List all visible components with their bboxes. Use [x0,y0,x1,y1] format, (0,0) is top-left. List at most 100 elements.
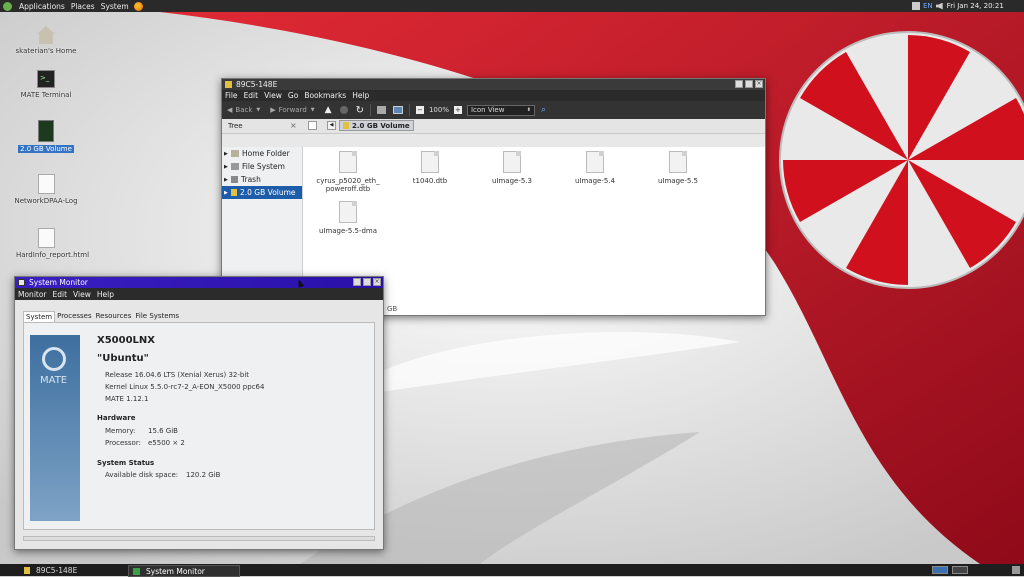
path-button-volume[interactable]: 2.0 GB Volume [339,120,414,131]
tree-item-file-system[interactable]: ▶ File System [222,160,302,173]
file-item[interactable]: cyrus_p5020_eth_poweroff.dtb [311,151,385,193]
taskbar-button-system-monitor[interactable]: System Monitor [128,565,240,577]
hardware-heading: Hardware [97,414,136,422]
tab-system[interactable]: System [23,311,56,322]
file-item[interactable]: uImage-5.5 [641,151,715,185]
search-icon[interactable]: ⌕ [541,105,546,115]
desktop-icon-hardinfo[interactable]: HardInfo_report.html [6,228,89,259]
mate-logo-icon [42,347,66,371]
menu-file[interactable]: File [222,91,241,100]
html-file-icon [37,228,55,248]
zoom-out-button[interactable]: − [415,106,424,114]
forward-button[interactable]: ▶ Forward ▼ [270,106,314,114]
maximize-button[interactable] [745,80,753,88]
tab-processes[interactable]: Processes [55,311,94,322]
file-item[interactable]: t1040.dtb [393,151,467,185]
trash-icon[interactable] [1012,566,1020,574]
tab-resources[interactable]: Resources [94,311,134,322]
system-monitor-window[interactable]: System Monitor × Monitor Edit View Help … [14,276,384,550]
taskbar-button-file-manager[interactable]: 89C5-148E [20,565,128,575]
file-item[interactable]: uImage-5.4 [558,151,632,185]
up-arrow-icon[interactable]: ▲ [325,105,332,115]
back-button[interactable]: ◀ Back ▼ [227,106,260,114]
updown-icon: ⬍ [526,107,531,113]
desktop-icon-home[interactable]: skaterian's Home [6,26,86,55]
expander-icon[interactable]: ▶ [224,151,231,157]
expander-icon[interactable]: ▶ [224,190,231,196]
menu-monitor[interactable]: Monitor [15,290,50,299]
memory-label: Memory: [105,427,136,435]
reload-icon[interactable]: ↻ [356,105,364,116]
minimize-button[interactable] [353,278,361,286]
path-left-arrow-icon[interactable]: ◀ [327,121,336,130]
arrow-right-icon: ▶ [270,106,276,114]
clock[interactable]: Fri Jan 24, 20:21 [947,2,1004,10]
system-menu[interactable]: System [98,2,132,11]
mate-logo-icon[interactable] [3,1,12,11]
workspace-switcher[interactable] [932,566,948,574]
expander-icon[interactable]: ▶ [224,177,231,183]
tree-item-trash[interactable]: ▶ Trash [222,173,302,186]
firefox-launcher-icon[interactable] [133,1,143,11]
menu-edit[interactable]: Edit [50,290,71,299]
computer-icon[interactable] [392,106,403,114]
network-icon[interactable] [912,2,920,10]
horizontal-scrollbar[interactable] [23,536,375,541]
window-title: System Monitor [29,278,88,287]
places-menu[interactable]: Places [68,2,98,11]
home-folder-icon[interactable] [376,106,386,114]
desktop-icon-network-log[interactable]: NetworkDPAA-Log [6,174,86,205]
file-item[interactable]: uImage-5.5-dma [311,201,385,235]
mate-version: MATE 1.12.1 [105,395,149,403]
disk-space-label: Available disk space: [105,471,179,479]
menu-view[interactable]: View [70,290,94,299]
menu-bookmarks[interactable]: Bookmarks [301,91,349,100]
expander-icon[interactable]: ▶ [224,164,231,170]
zoom-level: 100% [428,106,449,114]
keyboard-layout-indicator[interactable]: EN [923,2,933,10]
stop-icon[interactable] [339,106,348,114]
system-monitor-titlebar[interactable]: System Monitor × [15,277,383,288]
bottom-panel: 89C5-148E System Monitor [0,564,1024,577]
release-info: Release 16.04.6 LTS (Xenial Xerus) 32-bi… [105,371,250,379]
desktop-icon-volume[interactable]: 2.0 GB Volume [6,120,86,153]
menu-go[interactable]: Go [285,91,301,100]
memory-value: 15.6 GiB [148,427,178,435]
menu-view[interactable]: View [261,91,285,100]
menu-help[interactable]: Help [94,290,117,299]
close-sidebar-icon[interactable]: × [290,121,297,130]
minimize-button[interactable] [735,80,743,88]
menu-help[interactable]: Help [349,91,372,100]
system-monitor-menubar: Monitor Edit View Help [15,288,383,300]
home-folder-icon [37,26,55,44]
tree-item-volume[interactable]: ▶ 2.0 GB Volume [222,186,302,199]
close-button[interactable]: × [755,80,763,88]
file-manager-titlebar[interactable]: 89C5-148E × [222,79,765,90]
workspace-switcher-2[interactable] [952,566,968,574]
trash-icon [231,176,238,183]
toolbar-separator [408,104,410,116]
sidebar-type-label[interactable]: Tree [228,122,243,130]
menu-edit[interactable]: Edit [241,91,262,100]
tree-item-home-folder[interactable]: ▶ Home Folder [222,147,302,160]
window-title: 89C5-148E [236,80,278,89]
volume-icon[interactable] [935,2,943,10]
file-manager-menubar: File Edit View Go Bookmarks Help [222,90,765,101]
volume-icon [343,122,349,129]
desktop-icon-terminal[interactable]: >_ MATE Terminal [6,70,86,99]
distro-name: "Ubuntu" [97,353,149,364]
applications-menu[interactable]: Applications [16,2,68,11]
window-menu-icon[interactable] [225,81,232,88]
maximize-button[interactable] [363,278,371,286]
chevron-down-icon: ▼ [310,107,315,113]
view-mode-select[interactable]: Icon View ⬍ [466,104,535,116]
window-menu-icon[interactable] [18,279,25,286]
mate-logo-text: MATE [40,375,68,386]
zoom-in-button[interactable]: + [453,106,462,114]
close-button[interactable]: × [373,278,381,286]
tab-file-systems[interactable]: File Systems [133,311,181,322]
system-tray: EN Fri Jan 24, 20:21 [912,1,1004,11]
edit-location-icon[interactable] [308,121,317,130]
volume-icon [24,566,30,574]
file-item[interactable]: uImage-5.3 [475,151,549,185]
